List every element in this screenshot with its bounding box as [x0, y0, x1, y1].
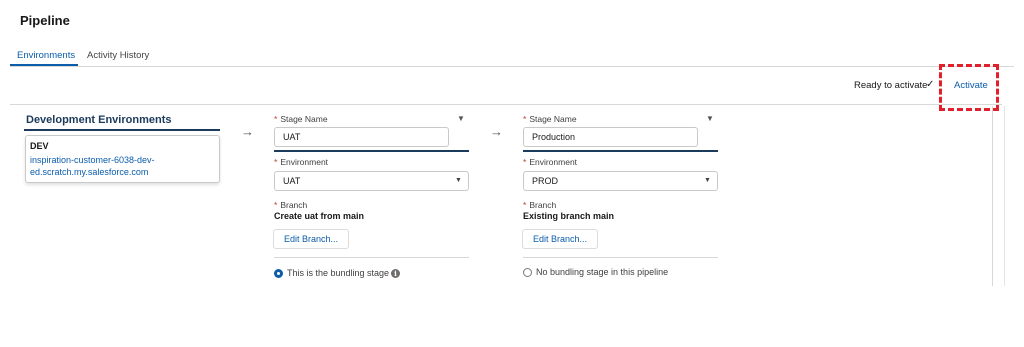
bundling-label: No bundling stage in this pipeline	[536, 267, 669, 277]
branch-label: * Branch	[523, 200, 556, 210]
branch-label-text: Branch	[280, 200, 308, 210]
environment-label: * Environment	[523, 157, 577, 167]
scroll-rail	[992, 106, 993, 286]
info-icon[interactable]: i	[391, 269, 400, 278]
stage-menu-caret-icon[interactable]: ▼	[706, 114, 714, 123]
required-marker: *	[523, 114, 527, 124]
environment-label: * Environment	[274, 157, 328, 167]
stage-name-input[interactable]: Production	[523, 127, 698, 147]
header-divider	[10, 104, 1002, 105]
section-divider	[523, 257, 718, 258]
edit-branch-button[interactable]: Edit Branch...	[273, 229, 350, 249]
arrow-right-icon: →	[241, 124, 254, 139]
bundling-label: This is the bundling stage	[287, 268, 390, 278]
branch-label: * Branch	[274, 200, 307, 210]
tabs-divider	[10, 66, 1014, 67]
page-title: Pipeline	[20, 13, 70, 28]
scrollbar-track[interactable]	[1004, 106, 1005, 286]
branch-value: Create uat from main	[274, 211, 365, 221]
tab-activity-history[interactable]: Activity History	[87, 50, 149, 61]
dev-env-heading: Development Environments	[26, 114, 172, 126]
stage-name-label: * Stage Name	[523, 114, 577, 124]
chevron-down-icon: ▼	[455, 177, 462, 184]
bundling-radio[interactable]	[523, 268, 532, 277]
stage-name-underline	[274, 150, 469, 152]
ready-status-text: Ready to activate	[854, 80, 928, 91]
required-marker: *	[274, 157, 278, 167]
chevron-down-icon: ▼	[704, 177, 711, 184]
section-divider	[274, 257, 469, 258]
stage-name-input[interactable]: UAT	[274, 127, 449, 147]
branch-value: Existing branch main	[523, 211, 615, 221]
check-icon: ✓	[926, 79, 935, 90]
edit-branch-button[interactable]: Edit Branch...	[522, 229, 599, 249]
required-marker: *	[523, 157, 527, 167]
stage-menu-caret-icon[interactable]: ▼	[457, 114, 465, 123]
environment-select[interactable]: PROD	[523, 171, 718, 191]
environment-label-text: Environment	[529, 157, 578, 167]
stage-name-label: * Stage Name	[274, 114, 328, 124]
dev-env-heading-underline	[24, 129, 220, 131]
dev-env-name: DEV	[30, 141, 49, 151]
environment-label-text: Environment	[280, 157, 329, 167]
dev-env-link[interactable]: inspiration-customer-6038-dev-ed.scratch…	[30, 154, 180, 178]
bundling-radio[interactable]	[274, 269, 283, 278]
stage-name-label-text: Stage Name	[280, 114, 328, 124]
environment-select[interactable]: UAT	[274, 171, 469, 191]
stage-name-underline	[523, 150, 718, 152]
branch-label-text: Branch	[529, 200, 557, 210]
arrow-right-icon: →	[490, 124, 503, 139]
required-marker: *	[523, 200, 527, 210]
required-marker: *	[274, 114, 278, 124]
stage-name-label-text: Stage Name	[529, 114, 577, 124]
required-marker: *	[274, 200, 278, 210]
tab-environments[interactable]: Environments	[17, 50, 75, 61]
